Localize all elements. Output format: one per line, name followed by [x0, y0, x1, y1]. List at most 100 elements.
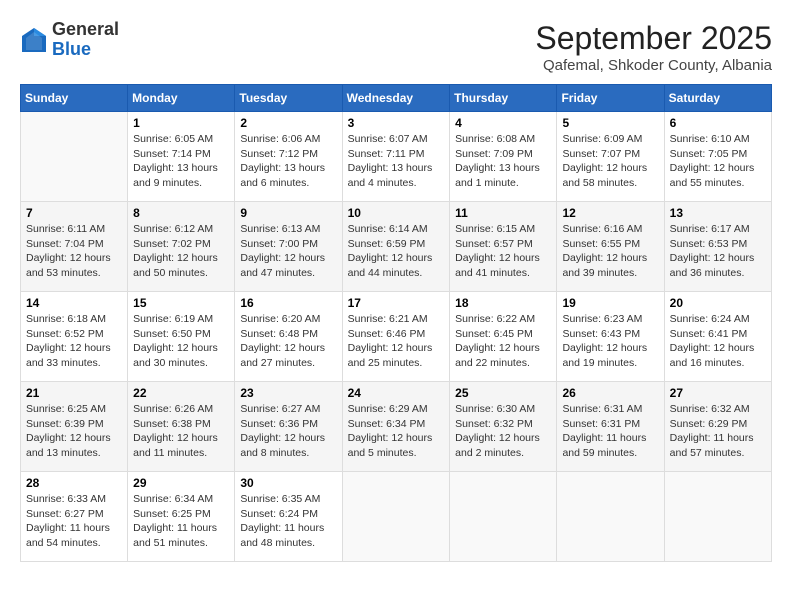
day-info: Sunrise: 6:11 AM Sunset: 7:04 PM Dayligh…	[26, 222, 122, 281]
day-info: Sunrise: 6:07 AM Sunset: 7:11 PM Dayligh…	[348, 132, 445, 191]
day-header-monday: Monday	[128, 85, 235, 112]
day-info: Sunrise: 6:26 AM Sunset: 6:38 PM Dayligh…	[133, 402, 229, 461]
calendar-cell: 19 Sunrise: 6:23 AM Sunset: 6:43 PM Dayli…	[557, 292, 664, 382]
week-row-1: 1 Sunrise: 6:05 AM Sunset: 7:14 PM Daylig…	[21, 112, 772, 202]
day-info: Sunrise: 6:23 AM Sunset: 6:43 PM Dayligh…	[562, 312, 658, 371]
calendar-cell: 30 Sunrise: 6:35 AM Sunset: 6:24 PM Dayli…	[235, 472, 342, 562]
calendar-cell	[664, 472, 771, 562]
day-number: 28	[26, 476, 122, 490]
calendar-cell: 25 Sunrise: 6:30 AM Sunset: 6:32 PM Dayli…	[450, 382, 557, 472]
title-block: September 2025 Qafemal, Shkoder County, …	[535, 20, 772, 74]
calendar-cell: 21 Sunrise: 6:25 AM Sunset: 6:39 PM Dayli…	[21, 382, 128, 472]
week-row-2: 7 Sunrise: 6:11 AM Sunset: 7:04 PM Daylig…	[21, 202, 772, 292]
calendar-cell: 23 Sunrise: 6:27 AM Sunset: 6:36 PM Dayli…	[235, 382, 342, 472]
calendar-cell: 17Sunrise: 6:21 AM Sunset: 6:46 PM Dayli…	[342, 292, 450, 382]
day-info: Sunrise: 6:17 AM Sunset: 6:53 PM Dayligh…	[670, 222, 766, 281]
calendar-cell: 11 Sunrise: 6:15 AM Sunset: 6:57 PM Dayli…	[450, 202, 557, 292]
day-number: 26	[562, 386, 658, 400]
calendar-cell: 13 Sunrise: 6:17 AM Sunset: 6:53 PM Dayli…	[664, 202, 771, 292]
week-row-5: 28Sunrise: 6:33 AM Sunset: 6:27 PM Dayli…	[21, 472, 772, 562]
day-info: Sunrise: 6:13 AM Sunset: 7:00 PM Dayligh…	[240, 222, 336, 281]
calendar-cell: 9 Sunrise: 6:13 AM Sunset: 7:00 PM Daylig…	[235, 202, 342, 292]
calendar-cell	[557, 472, 664, 562]
day-header-saturday: Saturday	[664, 85, 771, 112]
day-number: 3	[348, 116, 445, 130]
day-number: 5	[562, 116, 658, 130]
calendar-table: SundayMondayTuesdayWednesdayThursdayFrid…	[20, 84, 772, 562]
day-number: 22	[133, 386, 229, 400]
calendar-cell: 7 Sunrise: 6:11 AM Sunset: 7:04 PM Daylig…	[21, 202, 128, 292]
day-header-friday: Friday	[557, 85, 664, 112]
header-row: SundayMondayTuesdayWednesdayThursdayFrid…	[21, 85, 772, 112]
day-number: 4	[455, 116, 551, 130]
day-info: Sunrise: 6:08 AM Sunset: 7:09 PM Dayligh…	[455, 132, 551, 191]
day-number: 16	[240, 296, 336, 310]
day-info: Sunrise: 6:29 AM Sunset: 6:34 PM Dayligh…	[348, 402, 445, 461]
calendar-cell: 3 Sunrise: 6:07 AM Sunset: 7:11 PM Daylig…	[342, 112, 450, 202]
day-info: Sunrise: 6:35 AM Sunset: 6:24 PM Dayligh…	[240, 492, 336, 551]
day-number: 25	[455, 386, 551, 400]
day-info: Sunrise: 6:14 AM Sunset: 6:59 PM Dayligh…	[348, 222, 445, 281]
logo-blue: Blue	[52, 39, 91, 59]
day-number: 8	[133, 206, 229, 220]
month-title: September 2025	[535, 20, 772, 57]
day-info: Sunrise: 6:10 AM Sunset: 7:05 PM Dayligh…	[670, 132, 766, 191]
day-header-tuesday: Tuesday	[235, 85, 342, 112]
day-info: Sunrise: 6:24 AM Sunset: 6:41 PM Dayligh…	[670, 312, 766, 371]
logo-icon	[20, 26, 48, 54]
day-number: 6	[670, 116, 766, 130]
day-info: Sunrise: 6:20 AM Sunset: 6:48 PM Dayligh…	[240, 312, 336, 371]
day-number: 19	[562, 296, 658, 310]
day-number: 14	[26, 296, 122, 310]
calendar-cell: 18Sunrise: 6:22 AM Sunset: 6:45 PM Dayli…	[450, 292, 557, 382]
day-info: Sunrise: 6:27 AM Sunset: 6:36 PM Dayligh…	[240, 402, 336, 461]
day-info: Sunrise: 6:19 AM Sunset: 6:50 PM Dayligh…	[133, 312, 229, 371]
location-subtitle: Qafemal, Shkoder County, Albania	[535, 57, 772, 74]
day-number: 23	[240, 386, 336, 400]
day-header-thursday: Thursday	[450, 85, 557, 112]
day-info: Sunrise: 6:30 AM Sunset: 6:32 PM Dayligh…	[455, 402, 551, 461]
calendar-cell: 26 Sunrise: 6:31 AM Sunset: 6:31 PM Dayli…	[557, 382, 664, 472]
day-number: 13	[670, 206, 766, 220]
logo: General Blue	[20, 20, 119, 60]
day-number: 21	[26, 386, 122, 400]
day-number: 10	[348, 206, 445, 220]
day-info: Sunrise: 6:09 AM Sunset: 7:07 PM Dayligh…	[562, 132, 658, 191]
day-header-wednesday: Wednesday	[342, 85, 450, 112]
day-info: Sunrise: 6:16 AM Sunset: 6:55 PM Dayligh…	[562, 222, 658, 281]
calendar-cell: 5 Sunrise: 6:09 AM Sunset: 7:07 PM Daylig…	[557, 112, 664, 202]
calendar-cell: 15 Sunrise: 6:19 AM Sunset: 6:50 PM Dayli…	[128, 292, 235, 382]
calendar-cell: 27Sunrise: 6:32 AM Sunset: 6:29 PM Dayli…	[664, 382, 771, 472]
day-info: Sunrise: 6:31 AM Sunset: 6:31 PM Dayligh…	[562, 402, 658, 461]
calendar-cell	[21, 112, 128, 202]
day-number: 11	[455, 206, 551, 220]
day-header-sunday: Sunday	[21, 85, 128, 112]
calendar-cell: 29 Sunrise: 6:34 AM Sunset: 6:25 PM Dayli…	[128, 472, 235, 562]
day-info: Sunrise: 6:05 AM Sunset: 7:14 PM Dayligh…	[133, 132, 229, 191]
calendar-cell: 8Sunrise: 6:12 AM Sunset: 7:02 PM Daylig…	[128, 202, 235, 292]
calendar-cell: 20 Sunrise: 6:24 AM Sunset: 6:41 PM Dayli…	[664, 292, 771, 382]
logo-general: General	[52, 19, 119, 39]
day-info: Sunrise: 6:15 AM Sunset: 6:57 PM Dayligh…	[455, 222, 551, 281]
day-number: 12	[562, 206, 658, 220]
day-number: 15	[133, 296, 229, 310]
calendar-cell	[342, 472, 450, 562]
calendar-cell: 4 Sunrise: 6:08 AM Sunset: 7:09 PM Daylig…	[450, 112, 557, 202]
day-number: 24	[348, 386, 445, 400]
day-number: 7	[26, 206, 122, 220]
calendar-cell: 14Sunrise: 6:18 AM Sunset: 6:52 PM Dayli…	[21, 292, 128, 382]
calendar-cell	[450, 472, 557, 562]
day-number: 17	[348, 296, 445, 310]
calendar-cell: 22 Sunrise: 6:26 AM Sunset: 6:38 PM Dayli…	[128, 382, 235, 472]
logo-text: General Blue	[52, 20, 119, 60]
day-info: Sunrise: 6:34 AM Sunset: 6:25 PM Dayligh…	[133, 492, 229, 551]
day-number: 27	[670, 386, 766, 400]
day-number: 1	[133, 116, 229, 130]
day-number: 9	[240, 206, 336, 220]
page-header: General Blue September 2025 Qafemal, Shk…	[20, 20, 772, 74]
day-number: 20	[670, 296, 766, 310]
day-number: 30	[240, 476, 336, 490]
day-info: Sunrise: 6:22 AM Sunset: 6:45 PM Dayligh…	[455, 312, 551, 371]
day-number: 29	[133, 476, 229, 490]
day-info: Sunrise: 6:25 AM Sunset: 6:39 PM Dayligh…	[26, 402, 122, 461]
